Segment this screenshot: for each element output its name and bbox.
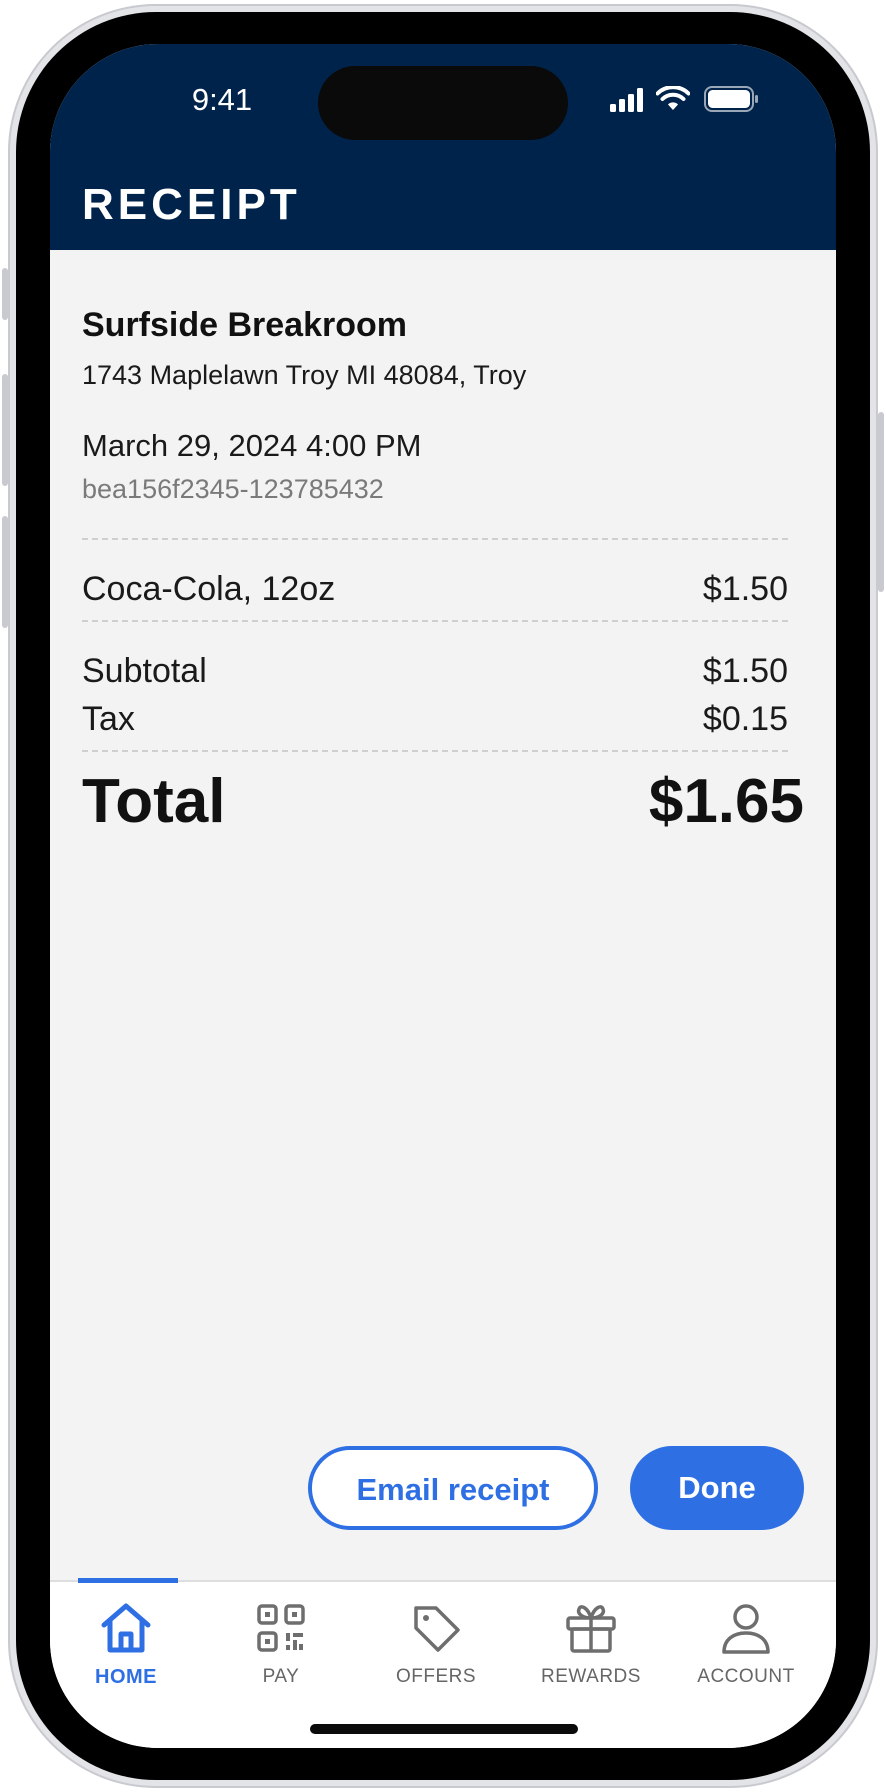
nav-label-rewards: REWARDS [541,1666,641,1687]
status-icons [610,86,790,116]
total-label: Total [82,767,226,836]
line-item-price: $1.50 [702,570,788,608]
line-item-name: Coca-Cola, 12oz [82,570,336,608]
app-header: 9:41 RECEIPT [50,44,836,250]
email-receipt-button[interactable]: Email receipt [308,1446,598,1530]
page-title: RECEIPT [82,180,301,229]
home-indicator [310,1724,578,1734]
tax-label: Tax [82,700,135,738]
merchant-name: Surfside Breakroom [82,306,407,344]
wifi-icon [656,86,690,110]
user-icon [722,1604,770,1654]
subtotal-label: Subtotal [82,652,207,690]
divider [82,750,788,752]
qr-code-icon [257,1604,305,1652]
bottom-nav: HOME PAY OFFERS REWARDS ACCOUNT [50,1578,836,1748]
signal-icon [610,88,643,112]
active-tab-indicator [78,1578,178,1583]
home-icon [101,1603,151,1653]
nav-label-account: ACCOUNT [697,1666,795,1687]
total-row: Total $1.65 [82,766,804,846]
nav-item-pay[interactable]: PAY [203,1582,359,1702]
nav-item-home[interactable]: HOME [50,1578,204,1702]
transaction-datetime: March 29, 2024 4:00 PM [82,428,422,463]
nav-label-pay: PAY [262,1666,300,1687]
battery-icon [704,86,758,112]
gift-icon [566,1605,616,1653]
subtotal-value: $1.50 [702,652,788,690]
done-button[interactable]: Done [630,1446,804,1530]
volume-down-button [2,516,8,628]
dynamic-island [318,66,568,140]
tax-value: $0.15 [702,700,788,738]
tag-icon [414,1606,460,1652]
nav-item-rewards[interactable]: REWARDS [513,1582,669,1702]
transaction-id: bea156f2345-123785432 [82,474,384,504]
nav-label-offers: OFFERS [395,1666,477,1687]
mute-switch [2,268,8,320]
nav-item-offers[interactable]: OFFERS [358,1582,514,1702]
total-value: $1.65 [648,767,804,836]
divider [82,620,788,622]
app-screen: 9:41 RECEIPT Surfside Breakroom 1743 Map… [50,44,836,1748]
nav-label-home: HOME [95,1666,157,1688]
nav-item-account[interactable]: ACCOUNT [668,1582,824,1702]
power-button [878,412,884,592]
divider [82,538,788,540]
status-time: 9:41 [191,82,253,117]
volume-up-button [2,374,8,486]
merchant-address: 1743 Maplelawn Troy MI 48084, Troy [82,360,527,390]
